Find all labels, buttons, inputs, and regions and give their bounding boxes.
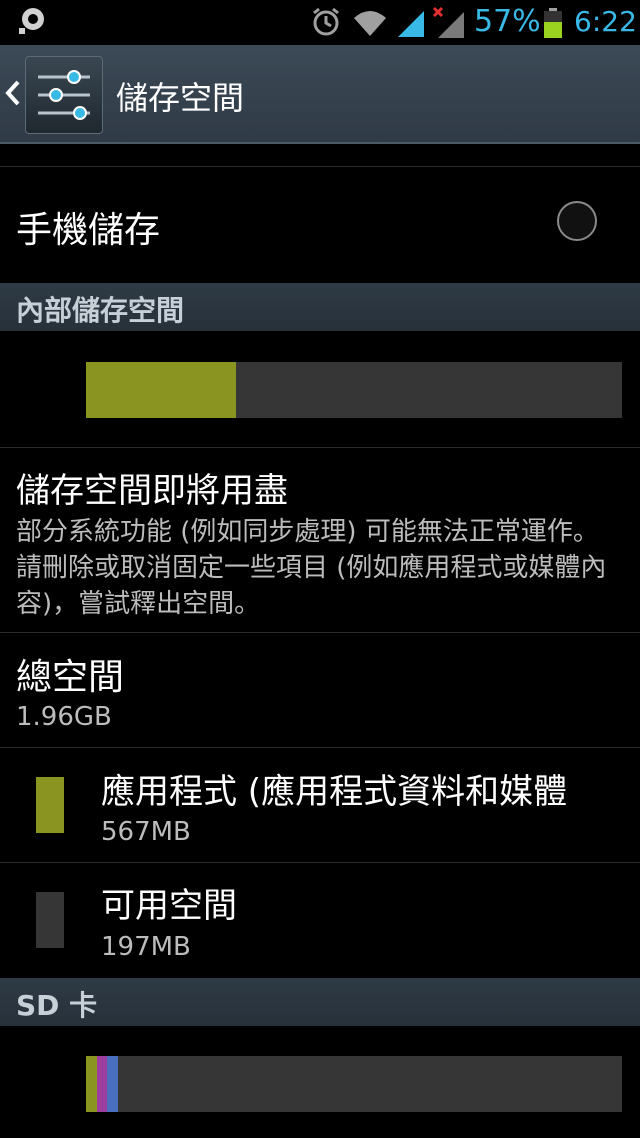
available-storage-value: 197MB (101, 932, 191, 962)
available-color-swatch (36, 892, 64, 948)
internal-storage-header: 內部儲存空間 (0, 283, 640, 331)
wifi-icon (354, 11, 386, 36)
signal-icon (398, 11, 424, 37)
phone-storage-label: 手機儲存 (16, 210, 161, 251)
settings-sliders-icon[interactable] (25, 56, 103, 134)
apps-storage-value: 567MB (101, 817, 191, 847)
low-storage-title: 儲存空間即將用盡 (16, 471, 288, 511)
no-signal-icon (432, 6, 464, 38)
sd-usage-segment (86, 1056, 97, 1112)
divider (0, 747, 640, 748)
available-storage-title: 可用空間 (101, 886, 237, 926)
total-space-title: 總空間 (16, 657, 125, 698)
internal-usage-bar (86, 362, 622, 418)
total-space-value: 1.96GB (16, 702, 112, 732)
phone-storage-radio[interactable] (557, 201, 597, 241)
divider (0, 632, 640, 633)
page-title: 儲存空間 (116, 79, 245, 117)
sd-usage-segment (96, 1056, 108, 1112)
battery-icon (544, 8, 562, 38)
clock: 6:22 (574, 5, 637, 38)
apps-storage-title: 應用程式 (應用程式資料和媒體 (101, 772, 568, 812)
back-chevron-icon[interactable] (2, 78, 22, 108)
section-header-label: SD 卡 (16, 989, 98, 1022)
section-header-label: 內部儲存空間 (16, 294, 185, 327)
sd-card-header: SD 卡 (0, 978, 640, 1026)
battery-percent: 57% (474, 4, 541, 39)
alarm-icon (313, 7, 339, 36)
sd-usage-segment (107, 1056, 119, 1112)
divider (0, 166, 640, 167)
divider (0, 447, 640, 448)
sd-usage-bar (86, 1056, 622, 1112)
status-bar: 57% 6:22 (0, 0, 640, 45)
notification-icon (19, 8, 44, 34)
divider (0, 862, 640, 863)
internal-usage-fill (86, 362, 237, 418)
action-bar: 儲存空間 (0, 45, 640, 144)
apps-color-swatch (36, 777, 64, 833)
low-storage-description: 部分系統功能 (例如同步處理) 可能無法正常運作。請刪除或取消固定一些項目 (例… (16, 517, 607, 619)
